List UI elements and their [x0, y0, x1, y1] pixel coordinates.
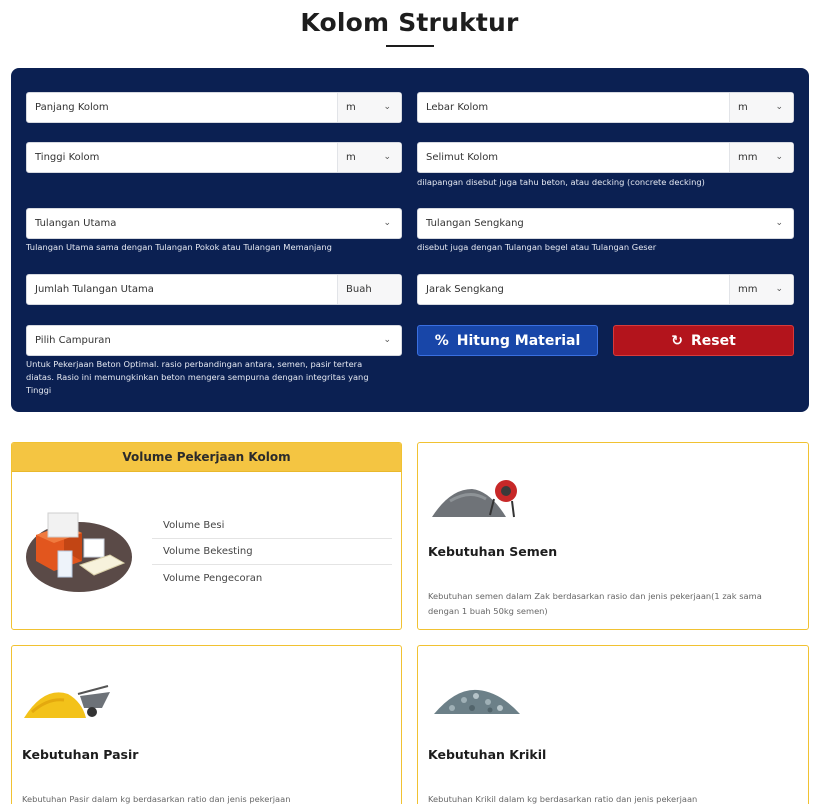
hitung-material-button[interactable]: % Hitung Material — [417, 325, 598, 356]
volume-list: Volume Besi Volume Bekesting Volume Peng… — [152, 513, 392, 591]
tulangan-sengkang-label: Tulangan Sengkang — [426, 218, 524, 229]
campuran-label: Pilih Campuran — [35, 335, 111, 346]
unit-value: mm — [738, 152, 758, 163]
jumlah-tulangan-field[interactable]: Jumlah Tulangan Utama Buah — [26, 274, 402, 305]
sand-wheelbarrow-icon — [24, 685, 110, 718]
panjang-kolom-field[interactable]: Panjang Kolom m ⌄ — [26, 92, 402, 123]
tinggi-kolom-unit-select[interactable]: m ⌄ — [337, 143, 401, 172]
pasir-card-title: Kebutuhan Pasir — [22, 747, 139, 762]
chevron-down-icon: ⌄ — [775, 218, 783, 228]
chevron-down-icon: ⌄ — [775, 102, 783, 112]
volume-pekerjaan-card: Volume Pekerjaan Kolom Volume Besi Volum… — [11, 442, 402, 630]
jarak-sengkang-unit-select[interactable]: mm ⌄ — [729, 275, 793, 304]
kebutuhan-pasir-card: Kebutuhan Pasir Kebutuhan Pasir dalam kg… — [11, 645, 402, 804]
pasir-card-description: Kebutuhan Pasir dalam kg berdasarkan rat… — [22, 794, 291, 804]
selimut-kolom-field[interactable]: Selimut Kolom mm ⌄ — [417, 142, 794, 173]
list-item: Volume Besi — [152, 513, 392, 539]
jumlah-tulangan-label: Jumlah Tulangan Utama — [35, 284, 154, 295]
tulangan-utama-select[interactable]: Tulangan Utama ⌄ — [26, 208, 402, 239]
list-item: Volume Bekesting — [152, 539, 392, 565]
krikil-card-description: Kebutuhan Krikil dalam kg berdasarkan ra… — [428, 794, 698, 804]
volume-card-title: Volume Pekerjaan Kolom — [12, 443, 401, 472]
list-item: Volume Pengecoran — [163, 572, 263, 584]
selimut-kolom-hint: dilapangan disebut juga tahu beton, atau… — [417, 177, 705, 187]
tulangan-sengkang-select[interactable]: Tulangan Sengkang ⌄ — [417, 208, 794, 239]
lebar-kolom-field[interactable]: Lebar Kolom m ⌄ — [417, 92, 794, 123]
cement-mixer-icon — [432, 480, 517, 518]
lebar-kolom-label: Lebar Kolom — [426, 102, 489, 113]
krikil-card-title: Kebutuhan Krikil — [428, 747, 547, 762]
jarak-sengkang-field[interactable]: Jarak Sengkang mm ⌄ — [417, 274, 794, 305]
tulangan-sengkang-hint: disebut juga dengan Tulangan begel atau … — [417, 242, 657, 252]
unit-value: m — [346, 102, 356, 113]
kebutuhan-semen-card: Kebutuhan Semen Kebutuhan semen dalam Za… — [417, 442, 809, 630]
chevron-down-icon: ⌄ — [383, 152, 391, 162]
panjang-kolom-label: Panjang Kolom — [35, 102, 109, 113]
jumlah-tulangan-unit: Buah — [337, 275, 401, 304]
chevron-down-icon: ⌄ — [383, 102, 391, 112]
tinggi-kolom-field[interactable]: Tinggi Kolom m ⌄ — [26, 142, 402, 173]
calculator-form: Panjang Kolom m ⌄ Lebar Kolom m ⌄ Tinggi… — [11, 68, 809, 412]
campuran-select[interactable]: Pilih Campuran ⌄ — [26, 325, 402, 356]
hitung-material-label: Hitung Material — [456, 332, 581, 349]
chevron-down-icon: ⌄ — [383, 218, 391, 228]
page-title: Kolom Struktur — [300, 8, 519, 37]
lebar-kolom-unit-select[interactable]: m ⌄ — [729, 93, 793, 122]
unit-value: m — [346, 152, 356, 163]
unit-value: mm — [738, 284, 758, 295]
semen-card-description: Kebutuhan semen dalam Zak berdasarkan ra… — [428, 591, 762, 616]
tulangan-utama-label: Tulangan Utama — [35, 218, 117, 229]
chevron-down-icon: ⌄ — [775, 152, 783, 162]
unit-value: m — [738, 102, 748, 113]
campuran-hint: Untuk Pekerjaan Beton Optimal. rasio per… — [26, 359, 369, 395]
materials-pile-icon — [26, 512, 132, 592]
selimut-kolom-label: Selimut Kolom — [426, 152, 499, 163]
chevron-down-icon: ⌄ — [383, 335, 391, 345]
panjang-kolom-unit-select[interactable]: m ⌄ — [337, 93, 401, 122]
title-underline — [386, 45, 434, 47]
tulangan-utama-hint: Tulangan Utama sama dengan Tulangan Poko… — [26, 242, 332, 252]
kebutuhan-krikil-card: Kebutuhan Krikil Kebutuhan Krikil dalam … — [417, 645, 809, 804]
tinggi-kolom-label: Tinggi Kolom — [35, 152, 100, 163]
jarak-sengkang-label: Jarak Sengkang — [426, 284, 504, 295]
selimut-kolom-unit-select[interactable]: mm ⌄ — [729, 143, 793, 172]
reset-label: Reset — [690, 332, 736, 349]
percent-icon: % — [434, 332, 449, 349]
refresh-icon: ↻ — [671, 332, 683, 349]
gravel-pile-icon — [434, 689, 520, 714]
unit-value: Buah — [346, 284, 372, 295]
reset-button[interactable]: ↻ Reset — [613, 325, 794, 356]
chevron-down-icon: ⌄ — [775, 284, 783, 294]
semen-card-title: Kebutuhan Semen — [428, 544, 558, 559]
